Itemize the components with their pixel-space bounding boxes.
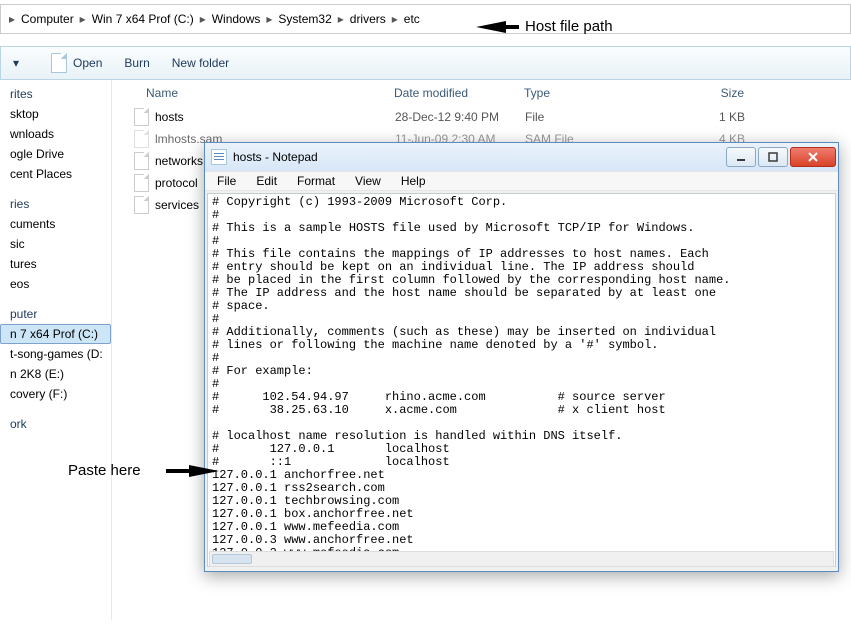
chevron-right-icon: ▸	[390, 12, 400, 26]
sidebar-item[interactable]: tures	[0, 254, 111, 274]
sidebar-item[interactable]: cent Places	[0, 164, 111, 184]
sidebar-favorites[interactable]: rites	[0, 84, 111, 104]
menu-file[interactable]: File	[209, 173, 244, 189]
chevron-right-icon: ▸	[336, 12, 346, 26]
navigation-pane[interactable]: rites sktop wnloads ogle Drive cent Plac…	[0, 80, 112, 620]
file-icon	[134, 196, 149, 214]
scrollbar-thumb[interactable]	[212, 554, 252, 564]
chevron-right-icon: ▸	[78, 12, 88, 26]
editor-text[interactable]: # Copyright (c) 1993-2009 Microsoft Corp…	[212, 196, 831, 560]
chevron-right-icon: ▸	[198, 12, 208, 26]
breadcrumb-item[interactable]: System32	[274, 9, 335, 29]
file-icon	[134, 130, 149, 148]
sidebar-item[interactable]: ogle Drive	[0, 144, 111, 164]
column-headers[interactable]: Name Date modified Type Size	[124, 80, 839, 106]
file-icon	[134, 108, 149, 126]
column-date[interactable]: Date modified	[394, 86, 524, 100]
chevron-right-icon: ▸	[7, 12, 17, 26]
sidebar-item[interactable]: covery (F:)	[0, 384, 111, 404]
breadcrumb-item[interactable]: etc	[400, 9, 424, 29]
sidebar-item[interactable]: sktop	[0, 104, 111, 124]
menubar[interactable]: File Edit Format View Help	[205, 171, 838, 191]
menu-edit[interactable]: Edit	[248, 173, 285, 189]
column-size[interactable]: Size	[674, 86, 744, 100]
menu-view[interactable]: View	[347, 173, 389, 189]
titlebar[interactable]: hosts - Notepad	[205, 143, 838, 171]
column-name[interactable]: Name	[124, 86, 394, 100]
sidebar-libraries[interactable]: ries	[0, 194, 111, 214]
breadcrumb-item[interactable]: drivers	[346, 9, 390, 29]
sidebar-item[interactable]: t-song-games (D:	[0, 344, 111, 364]
breadcrumb[interactable]: ▸ Computer ▸ Win 7 x64 Prof (C:) ▸ Windo…	[0, 4, 851, 34]
maximize-button[interactable]	[758, 147, 788, 167]
burn-button[interactable]: Burn	[124, 56, 149, 70]
sidebar-item[interactable]: cuments	[0, 214, 111, 234]
column-type[interactable]: Type	[524, 86, 674, 100]
editor-body[interactable]: # Copyright (c) 1993-2009 Microsoft Corp…	[207, 193, 836, 567]
sidebar-computer[interactable]: puter	[0, 304, 111, 324]
file-icon	[134, 152, 149, 170]
file-icon	[51, 53, 67, 73]
menu-format[interactable]: Format	[289, 173, 343, 189]
window-title: hosts - Notepad	[233, 150, 720, 164]
sidebar-item[interactable]: n 2K8 (E:)	[0, 364, 111, 384]
file-icon	[134, 174, 149, 192]
breadcrumb-item[interactable]: Win 7 x64 Prof (C:)	[88, 9, 198, 29]
notepad-icon	[211, 149, 227, 165]
sidebar-item[interactable]: sic	[0, 234, 111, 254]
sidebar-item[interactable]: eos	[0, 274, 111, 294]
sidebar-item-drive-c[interactable]: n 7 x64 Prof (C:)	[0, 324, 111, 344]
breadcrumb-item[interactable]: Windows	[208, 9, 265, 29]
breadcrumb-item[interactable]: Computer	[17, 9, 78, 29]
file-row[interactable]: hosts28-Dec-12 9:40 PMFile1 KB	[124, 106, 839, 128]
sidebar-item[interactable]: wnloads	[0, 124, 111, 144]
close-button[interactable]	[790, 147, 836, 167]
explorer-toolbar: ▾ Open Burn New folder	[0, 46, 851, 80]
notepad-window[interactable]: hosts - Notepad File Edit Format View He…	[204, 142, 839, 572]
annotation-host-path: Host file path	[476, 18, 613, 35]
newfolder-button[interactable]: New folder	[172, 56, 229, 70]
annotation-paste-here: Paste here	[68, 462, 219, 479]
horizontal-scrollbar[interactable]	[209, 551, 834, 567]
chevron-right-icon: ▸	[264, 12, 274, 26]
sidebar-network[interactable]: ork	[0, 414, 111, 434]
open-button[interactable]: Open	[51, 53, 102, 73]
minimize-button[interactable]	[726, 147, 756, 167]
menu-help[interactable]: Help	[393, 173, 434, 189]
organize-menu[interactable]: ▾	[13, 56, 19, 70]
